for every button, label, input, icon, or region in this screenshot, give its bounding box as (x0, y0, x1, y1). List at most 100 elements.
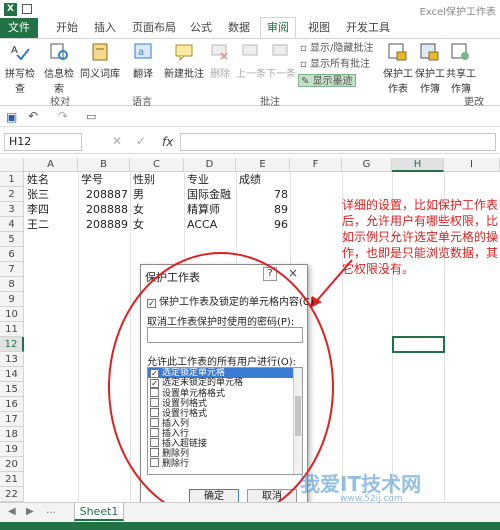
tab-developer[interactable]: 开发工具 (340, 18, 396, 38)
ribbon-tabs: 文件 开始 插入 页面布局 公式 数据 审阅 视图 开发工具 (0, 17, 500, 38)
table-cell[interactable]: 张三 (27, 187, 77, 202)
table-cell[interactable]: 96 (236, 217, 288, 232)
table-cell[interactable]: 78 (236, 187, 288, 202)
col-header-b[interactable]: B (78, 158, 130, 172)
translate-icon: a (134, 43, 152, 59)
table-cell[interactable]: 李四 (27, 202, 77, 217)
show-hide-comment-option[interactable]: ▫ 显示/隐藏批注 (300, 42, 373, 55)
col-header-h[interactable]: H (392, 158, 444, 172)
row-header-6[interactable]: 6 (0, 247, 24, 262)
table-cell[interactable]: 女 (133, 202, 183, 217)
table-header-cell[interactable]: 性别 (133, 172, 183, 187)
share-workbook-button[interactable]: 共享工作簿 (446, 41, 476, 95)
table-cell[interactable]: 208889 (78, 217, 128, 232)
row-header-7[interactable]: 7 (0, 262, 24, 277)
row-header-19[interactable]: 19 (0, 442, 24, 457)
row-header-4[interactable]: 4 (0, 217, 24, 232)
table-cell[interactable]: 89 (236, 202, 288, 217)
previous-comment-icon (242, 44, 258, 56)
row-header-10[interactable]: 10 (0, 307, 24, 322)
undo-icon[interactable]: ↶ (28, 109, 38, 123)
table-header-cell[interactable]: 成绩 (239, 172, 289, 187)
formula-input[interactable] (180, 133, 496, 151)
table-cell[interactable]: 女 (133, 217, 183, 232)
show-ink-option[interactable]: ✎ 显示墨迹 (298, 74, 356, 87)
redo-icon[interactable]: ↷ (58, 109, 68, 123)
table-header-cell[interactable]: 学号 (81, 172, 129, 187)
table-cell[interactable]: 208887 (78, 187, 128, 202)
selected-cell-h12[interactable] (392, 336, 445, 353)
col-header-a[interactable]: A (24, 158, 78, 172)
protect-sheet-button[interactable]: 保护工作表 (382, 41, 414, 95)
col-header-c[interactable]: C (130, 158, 184, 172)
tab-file[interactable]: 文件 (0, 18, 38, 38)
row-header-18[interactable]: 18 (0, 427, 24, 442)
tab-data[interactable]: 数据 (222, 18, 256, 38)
table-cell[interactable]: 精算师 (187, 202, 235, 217)
row-header-15[interactable]: 15 (0, 382, 24, 397)
thesaurus-button[interactable]: 同义词库 (80, 41, 120, 80)
row-header-5[interactable]: 5 (0, 232, 24, 247)
sheet-tab-sheet1[interactable]: Sheet1 (74, 503, 124, 521)
col-header-d[interactable]: D (184, 158, 236, 172)
spell-check-button[interactable]: A 拼写检查 (2, 41, 38, 95)
sheet-nav-left-icon[interactable]: ◀ (8, 506, 16, 517)
previous-comment-button[interactable]: 上一条 (236, 41, 266, 80)
share-workbook-label: 共享工作簿 (446, 69, 476, 95)
tab-home[interactable]: 开始 (50, 18, 84, 38)
sheet-ellipsis-icon[interactable]: … (46, 505, 56, 516)
row-header-8[interactable]: 8 (0, 277, 24, 292)
row-header-9[interactable]: 9 (0, 292, 24, 307)
group-comments: 批注 (260, 97, 280, 108)
select-all-corner[interactable] (0, 158, 24, 172)
show-all-comments-option[interactable]: ▫ 显示所有批注 (300, 58, 370, 71)
watermark-text: 我爱IT技术网 (300, 472, 422, 496)
show-ink-label: 显示墨迹 (312, 76, 353, 87)
tab-insert[interactable]: 插入 (88, 18, 122, 38)
sheet-nav-right-icon[interactable]: ▶ (26, 506, 34, 517)
row-header-14[interactable]: 14 (0, 367, 24, 382)
name-box[interactable]: H12 (4, 133, 82, 151)
row-header-12[interactable]: 12 (0, 337, 24, 352)
customize-icon[interactable]: ▭ (86, 110, 96, 123)
protect-workbook-button[interactable]: 保护工作簿 (414, 41, 446, 95)
research-button[interactable]: 信息检索 (40, 41, 78, 95)
table-cell[interactable]: 国际金融 (187, 187, 235, 202)
tab-formulas[interactable]: 公式 (184, 18, 218, 38)
delete-comment-icon (211, 44, 228, 60)
table-header-cell[interactable]: 姓名 (27, 172, 77, 187)
save-icon[interactable]: ▣ (6, 110, 17, 124)
enter-icon[interactable]: ✓ (136, 134, 146, 148)
save-icon[interactable] (22, 4, 32, 14)
delete-comment-button[interactable]: 删除 (206, 41, 234, 80)
col-header-i[interactable]: I (444, 158, 500, 172)
col-header-e[interactable]: E (236, 158, 290, 172)
row-header-16[interactable]: 16 (0, 397, 24, 412)
row-header-2[interactable]: 2 (0, 187, 24, 202)
tab-page-layout[interactable]: 页面布局 (126, 18, 182, 38)
annotation-text: 详细的设置，比如保护工作表后，允许用户有哪些权限，比如示例只允许选定单元格的操作… (342, 198, 499, 276)
table-cell[interactable]: 208888 (78, 202, 128, 217)
row-header-13[interactable]: 13 (0, 352, 24, 367)
col-header-f[interactable]: F (290, 158, 342, 172)
tab-view[interactable]: 视图 (302, 18, 336, 38)
row-header-11[interactable]: 11 (0, 322, 24, 337)
row-header-20[interactable]: 20 (0, 457, 24, 472)
spell-check-label: 拼写检查 (5, 69, 35, 95)
table-cell[interactable]: ACCA (187, 217, 235, 232)
cancel-icon[interactable]: ✕ (112, 134, 122, 148)
new-comment-button[interactable]: 新建批注 (164, 41, 204, 80)
table-header-cell[interactable]: 专业 (187, 172, 235, 187)
function-icon[interactable]: fx (162, 135, 173, 149)
col-header-g[interactable]: G (342, 158, 392, 172)
row-header-1[interactable]: 1 (0, 172, 24, 187)
row-header-22[interactable]: 22 (0, 487, 24, 502)
table-cell[interactable]: 男 (133, 187, 183, 202)
row-header-17[interactable]: 17 (0, 412, 24, 427)
row-header-21[interactable]: 21 (0, 472, 24, 487)
translate-button[interactable]: a 翻译 (126, 41, 160, 80)
row-header-3[interactable]: 3 (0, 202, 24, 217)
tab-review[interactable]: 审阅 (260, 17, 296, 38)
next-comment-button[interactable]: 下一条 (266, 41, 296, 80)
table-cell[interactable]: 王二 (27, 217, 77, 232)
